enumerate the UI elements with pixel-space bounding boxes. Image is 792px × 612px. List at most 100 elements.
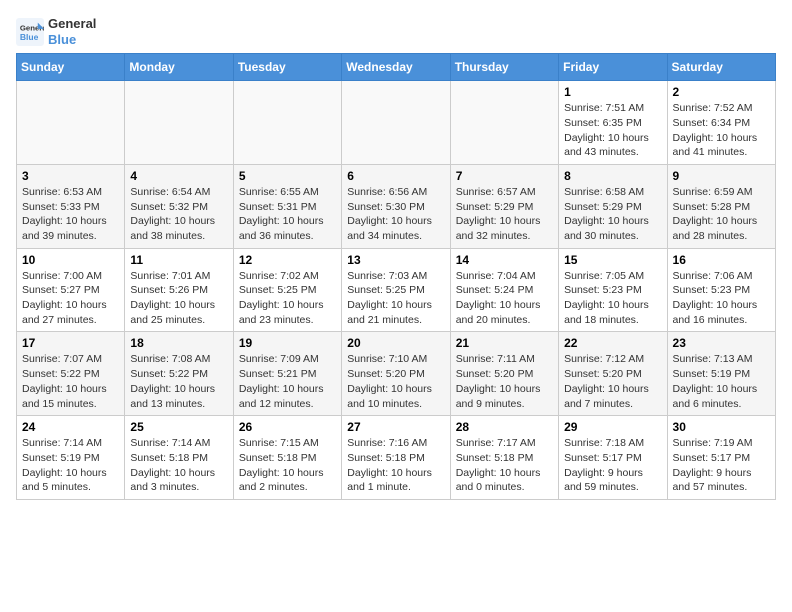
day-number: 22 xyxy=(564,336,661,350)
day-number: 6 xyxy=(347,169,444,183)
day-number: 28 xyxy=(456,420,553,434)
day-info: Sunrise: 7:10 AM Sunset: 5:20 PM Dayligh… xyxy=(347,352,444,411)
day-number: 12 xyxy=(239,253,336,267)
weekday-header: Thursday xyxy=(450,54,558,81)
day-number: 19 xyxy=(239,336,336,350)
calendar-row: 24 Sunrise: 7:14 AM Sunset: 5:19 PM Dayli… xyxy=(17,416,776,500)
weekday-header: Monday xyxy=(125,54,233,81)
day-info: Sunrise: 7:17 AM Sunset: 5:18 PM Dayligh… xyxy=(456,436,553,495)
day-number: 16 xyxy=(673,253,770,267)
calendar-row: 3 Sunrise: 6:53 AM Sunset: 5:33 PM Daylig… xyxy=(17,164,776,248)
table-row: 16 Sunrise: 7:06 AM Sunset: 5:23 PM Dayli… xyxy=(667,248,775,332)
day-info: Sunrise: 7:11 AM Sunset: 5:20 PM Dayligh… xyxy=(456,352,553,411)
calendar: SundayMondayTuesdayWednesdayThursdayFrid… xyxy=(16,53,776,500)
table-row: 13 Sunrise: 7:03 AM Sunset: 5:25 PM Dayli… xyxy=(342,248,450,332)
day-info: Sunrise: 7:52 AM Sunset: 6:34 PM Dayligh… xyxy=(673,101,770,160)
day-info: Sunrise: 7:03 AM Sunset: 5:25 PM Dayligh… xyxy=(347,269,444,328)
day-number: 1 xyxy=(564,85,661,99)
calendar-row: 1 Sunrise: 7:51 AM Sunset: 6:35 PM Daylig… xyxy=(17,81,776,165)
day-number: 13 xyxy=(347,253,444,267)
day-info: Sunrise: 7:07 AM Sunset: 5:22 PM Dayligh… xyxy=(22,352,119,411)
table-row: 25 Sunrise: 7:14 AM Sunset: 5:18 PM Dayli… xyxy=(125,416,233,500)
day-number: 26 xyxy=(239,420,336,434)
table-row: 20Sunrise: 7:10 AM Sunset: 5:20 PM Dayli… xyxy=(342,332,450,416)
day-number: 10 xyxy=(22,253,119,267)
table-row: 10Sunrise: 7:00 AM Sunset: 5:27 PM Dayli… xyxy=(17,248,125,332)
day-info: Sunrise: 6:58 AM Sunset: 5:29 PM Dayligh… xyxy=(564,185,661,244)
day-info: Sunrise: 7:51 AM Sunset: 6:35 PM Dayligh… xyxy=(564,101,661,160)
day-info: Sunrise: 6:59 AM Sunset: 5:28 PM Dayligh… xyxy=(673,185,770,244)
day-info: Sunrise: 6:54 AM Sunset: 5:32 PM Dayligh… xyxy=(130,185,227,244)
calendar-row: 17 Sunrise: 7:07 AM Sunset: 5:22 PM Dayli… xyxy=(17,332,776,416)
day-info: Sunrise: 7:14 AM Sunset: 5:19 PM Dayligh… xyxy=(22,436,119,495)
day-number: 2 xyxy=(673,85,770,99)
day-info: Sunrise: 7:05 AM Sunset: 5:23 PM Dayligh… xyxy=(564,269,661,328)
table-row: 11 Sunrise: 7:01 AM Sunset: 5:26 PM Dayli… xyxy=(125,248,233,332)
day-info: Sunrise: 6:57 AM Sunset: 5:29 PM Dayligh… xyxy=(456,185,553,244)
table-row: 27 Sunrise: 7:16 AM Sunset: 5:18 PM Dayli… xyxy=(342,416,450,500)
day-number: 11 xyxy=(130,253,227,267)
table-row: 23 Sunrise: 7:13 AM Sunset: 5:19 PM Dayli… xyxy=(667,332,775,416)
day-info: Sunrise: 7:13 AM Sunset: 5:19 PM Dayligh… xyxy=(673,352,770,411)
day-number: 15 xyxy=(564,253,661,267)
day-number: 7 xyxy=(456,169,553,183)
day-number: 3 xyxy=(22,169,119,183)
day-number: 4 xyxy=(130,169,227,183)
table-row: 5 Sunrise: 6:55 AM Sunset: 5:31 PM Daylig… xyxy=(233,164,341,248)
day-number: 9 xyxy=(673,169,770,183)
day-number: 21 xyxy=(456,336,553,350)
table-row xyxy=(450,81,558,165)
logo-icon: General Blue xyxy=(16,18,44,46)
day-info: Sunrise: 7:15 AM Sunset: 5:18 PM Dayligh… xyxy=(239,436,336,495)
table-row xyxy=(17,81,125,165)
calendar-row: 10Sunrise: 7:00 AM Sunset: 5:27 PM Dayli… xyxy=(17,248,776,332)
table-row: 9 Sunrise: 6:59 AM Sunset: 5:28 PM Daylig… xyxy=(667,164,775,248)
day-info: Sunrise: 7:14 AM Sunset: 5:18 PM Dayligh… xyxy=(130,436,227,495)
day-info: Sunrise: 7:06 AM Sunset: 5:23 PM Dayligh… xyxy=(673,269,770,328)
table-row: 2 Sunrise: 7:52 AM Sunset: 6:34 PM Daylig… xyxy=(667,81,775,165)
weekday-header: Friday xyxy=(559,54,667,81)
table-row: 21 Sunrise: 7:11 AM Sunset: 5:20 PM Dayli… xyxy=(450,332,558,416)
day-info: Sunrise: 6:55 AM Sunset: 5:31 PM Dayligh… xyxy=(239,185,336,244)
day-info: Sunrise: 7:18 AM Sunset: 5:17 PM Dayligh… xyxy=(564,436,661,495)
day-number: 27 xyxy=(347,420,444,434)
table-row xyxy=(233,81,341,165)
table-row: 14 Sunrise: 7:04 AM Sunset: 5:24 PM Dayli… xyxy=(450,248,558,332)
table-row: 8Sunrise: 6:58 AM Sunset: 5:29 PM Daylig… xyxy=(559,164,667,248)
day-info: Sunrise: 7:02 AM Sunset: 5:25 PM Dayligh… xyxy=(239,269,336,328)
weekday-header: Sunday xyxy=(17,54,125,81)
day-info: Sunrise: 6:56 AM Sunset: 5:30 PM Dayligh… xyxy=(347,185,444,244)
day-number: 24 xyxy=(22,420,119,434)
table-row: 4 Sunrise: 6:54 AM Sunset: 5:32 PM Daylig… xyxy=(125,164,233,248)
table-row xyxy=(125,81,233,165)
table-row: 1 Sunrise: 7:51 AM Sunset: 6:35 PM Daylig… xyxy=(559,81,667,165)
day-info: Sunrise: 7:16 AM Sunset: 5:18 PM Dayligh… xyxy=(347,436,444,495)
day-info: Sunrise: 6:53 AM Sunset: 5:33 PM Dayligh… xyxy=(22,185,119,244)
day-number: 14 xyxy=(456,253,553,267)
table-row xyxy=(342,81,450,165)
table-row: 30 Sunrise: 7:19 AM Sunset: 5:17 PM Dayli… xyxy=(667,416,775,500)
day-info: Sunrise: 7:08 AM Sunset: 5:22 PM Dayligh… xyxy=(130,352,227,411)
day-info: Sunrise: 7:04 AM Sunset: 5:24 PM Dayligh… xyxy=(456,269,553,328)
table-row: 28 Sunrise: 7:17 AM Sunset: 5:18 PM Dayli… xyxy=(450,416,558,500)
weekday-header: Wednesday xyxy=(342,54,450,81)
day-number: 5 xyxy=(239,169,336,183)
weekday-header: Saturday xyxy=(667,54,775,81)
logo: General Blue General Blue xyxy=(16,16,96,47)
day-number: 25 xyxy=(130,420,227,434)
day-number: 18 xyxy=(130,336,227,350)
table-row: 12 Sunrise: 7:02 AM Sunset: 5:25 PM Dayli… xyxy=(233,248,341,332)
table-row: 6 Sunrise: 6:56 AM Sunset: 5:30 PM Daylig… xyxy=(342,164,450,248)
day-info: Sunrise: 7:19 AM Sunset: 5:17 PM Dayligh… xyxy=(673,436,770,495)
day-number: 23 xyxy=(673,336,770,350)
day-info: Sunrise: 7:09 AM Sunset: 5:21 PM Dayligh… xyxy=(239,352,336,411)
table-row: 7 Sunrise: 6:57 AM Sunset: 5:29 PM Daylig… xyxy=(450,164,558,248)
day-number: 17 xyxy=(22,336,119,350)
table-row: 17 Sunrise: 7:07 AM Sunset: 5:22 PM Dayli… xyxy=(17,332,125,416)
table-row: 24 Sunrise: 7:14 AM Sunset: 5:19 PM Dayli… xyxy=(17,416,125,500)
day-number: 30 xyxy=(673,420,770,434)
day-info: Sunrise: 7:12 AM Sunset: 5:20 PM Dayligh… xyxy=(564,352,661,411)
table-row: 26 Sunrise: 7:15 AM Sunset: 5:18 PM Dayli… xyxy=(233,416,341,500)
svg-text:Blue: Blue xyxy=(20,31,39,41)
day-info: Sunrise: 7:01 AM Sunset: 5:26 PM Dayligh… xyxy=(130,269,227,328)
